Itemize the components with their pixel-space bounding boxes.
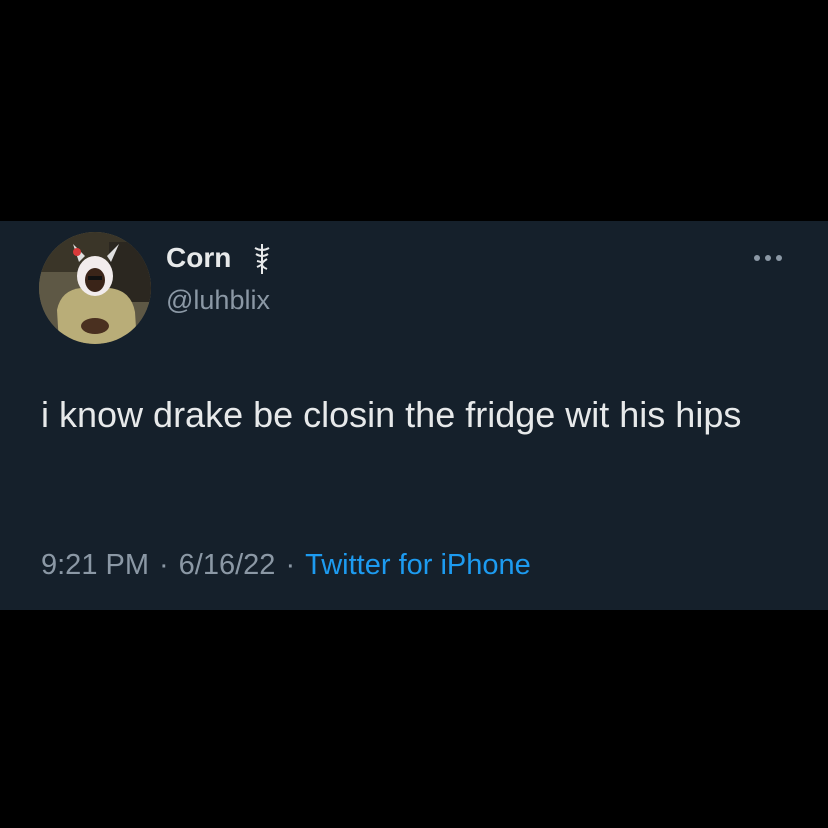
tweet-card: Corn @luhblix i know drake be closin the… [0,221,828,610]
tweet-meta: 9:21 PM · 6/16/22 · Twitter for iPhone [41,548,531,582]
tweet-text: i know drake be closin the fridge wit hi… [41,394,742,435]
more-horizontal-icon [754,255,782,261]
user-handle[interactable]: @luhblix [166,283,270,317]
more-button[interactable] [748,243,788,273]
staff-of-hermes-emoji-icon [254,244,270,274]
tweet-time[interactable]: 9:21 PM [41,549,149,581]
tweet-source-link[interactable]: Twitter for iPhone [305,549,531,581]
display-name[interactable]: Corn [166,241,231,275]
avatar-photo [39,232,151,344]
avatar[interactable] [39,232,151,344]
meta-separator: · [285,549,296,581]
tweet-date[interactable]: 6/16/22 [179,549,276,581]
meta-separator: · [159,549,169,581]
